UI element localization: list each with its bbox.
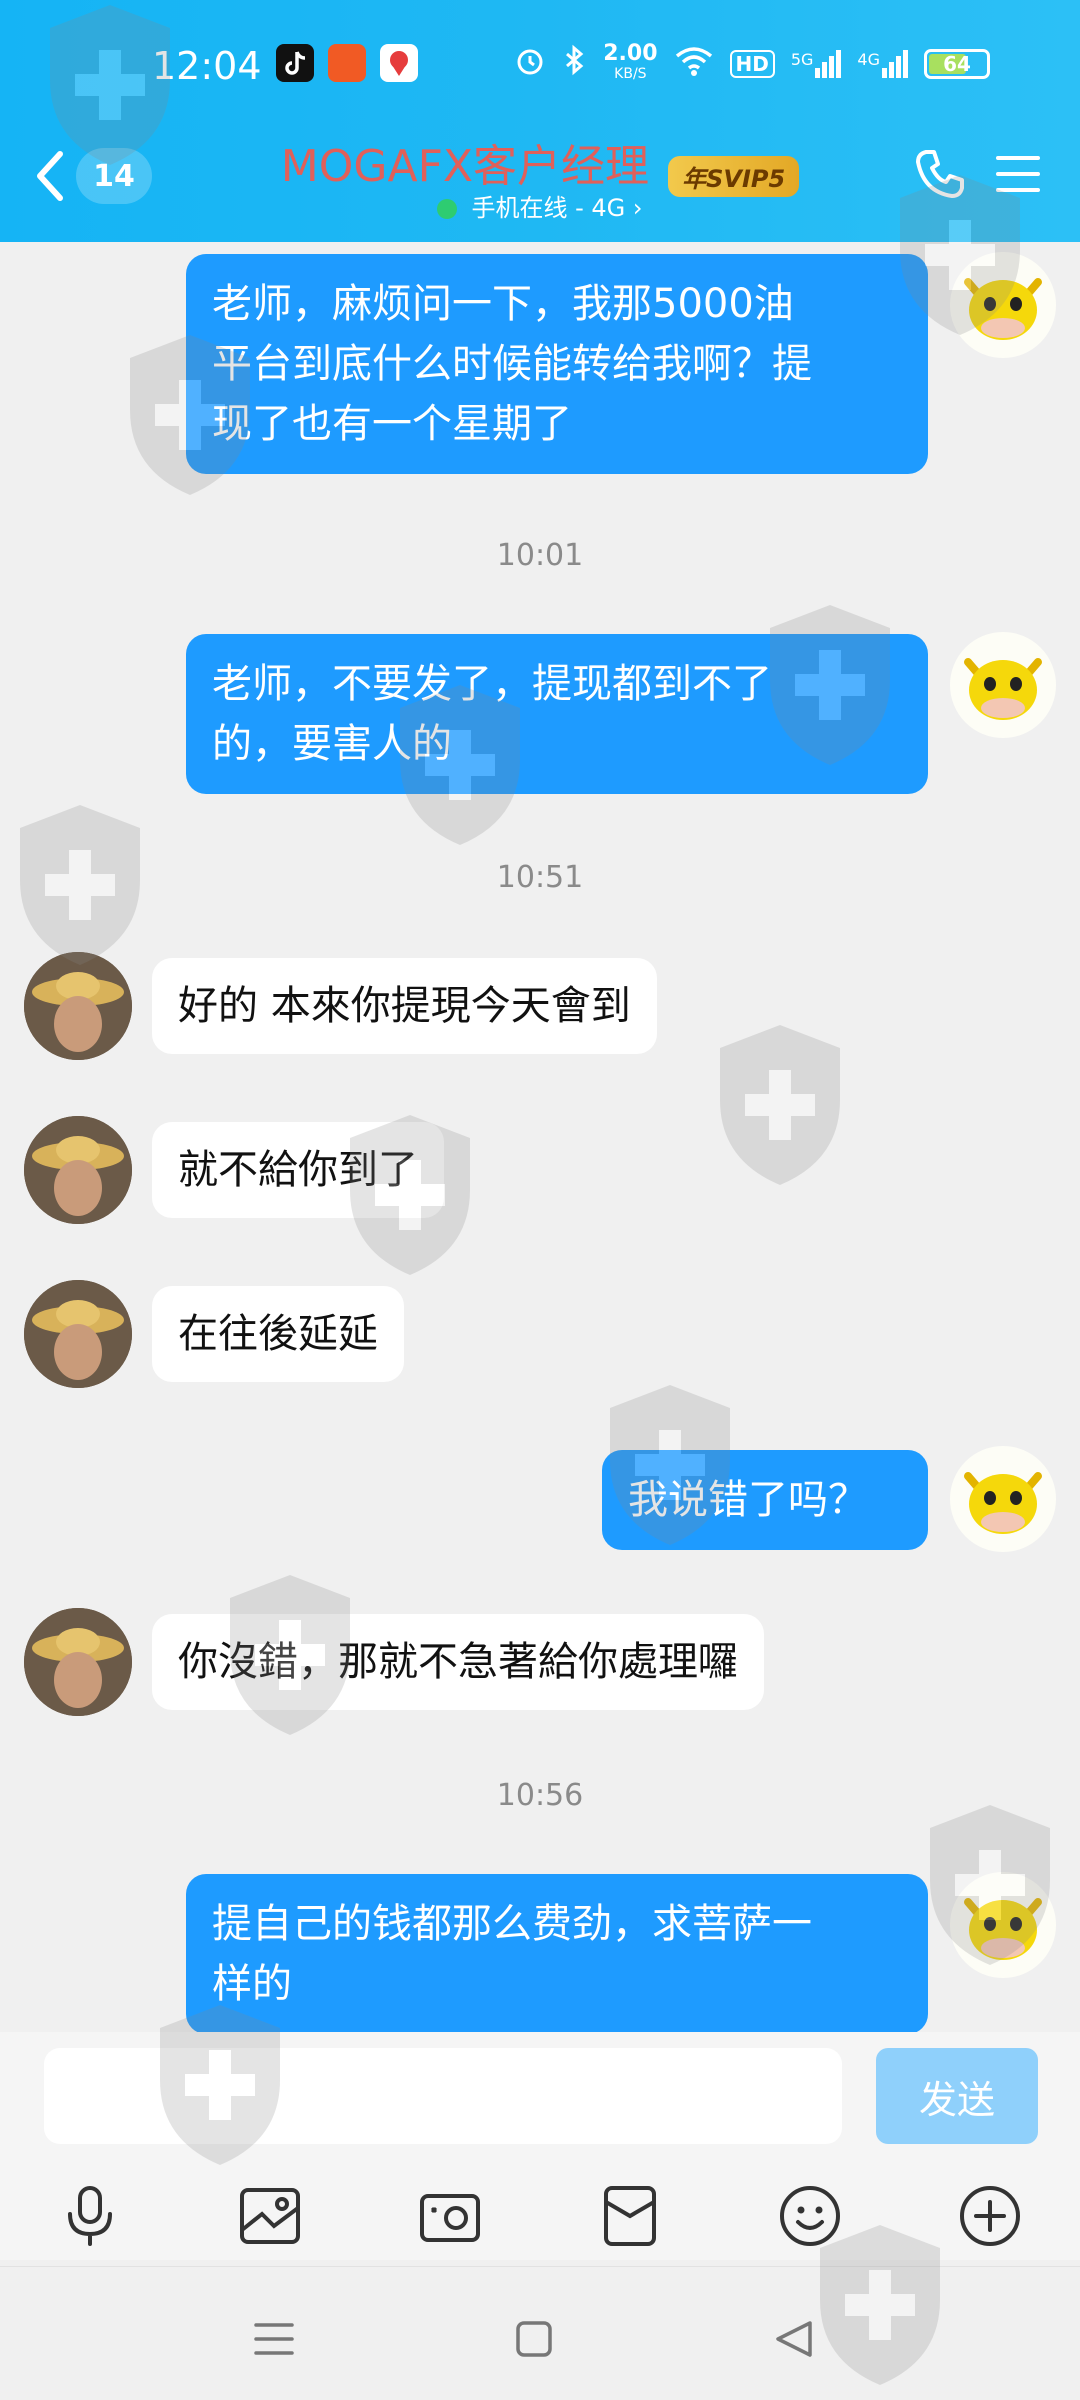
message-line: 现了也有一个星期了 <box>212 401 572 447</box>
my-avatar[interactable] <box>950 1872 1056 1978</box>
timestamp: 10:56 <box>496 1778 584 1813</box>
battery-icon: 64 <box>924 49 990 79</box>
online-status-text: 手机在线 - 4G › <box>471 194 643 222</box>
straw-hat-avatar-icon <box>24 1116 132 1224</box>
contact-avatar[interactable] <box>24 1280 132 1388</box>
microphone-icon <box>68 2186 112 2246</box>
emoji-button[interactable] <box>774 2180 846 2252</box>
my-avatar[interactable] <box>950 632 1056 738</box>
shop-app-icon <box>328 44 366 82</box>
my-avatar[interactable] <box>950 252 1056 358</box>
tiktok-app-icon <box>276 44 314 82</box>
message-line: 就不給你到了 <box>178 1147 418 1193</box>
menu-nav-icon <box>254 2323 294 2355</box>
back-nav-icon <box>776 2321 812 2357</box>
timestamp: 10:01 <box>496 538 584 573</box>
status-bar: 12:04 2.00 KB/S HD 5G 4G 64 <box>0 40 1080 96</box>
message-composer: 发送 <box>0 2032 1080 2260</box>
contact-avatar[interactable] <box>24 1608 132 1716</box>
alarm-icon <box>513 44 547 84</box>
emoji-icon <box>780 2186 840 2246</box>
straw-hat-avatar-icon <box>24 1608 132 1716</box>
chat-message-list[interactable]: 老师，麻烦问一下，我那5000油 平台到底什么时候能转给我啊？提 现了也有一个星… <box>0 242 1080 2032</box>
message-line: 老师，不要发了，提现都到不了 <box>212 661 772 707</box>
cow-avatar-icon <box>964 1898 1042 1960</box>
home-nav-icon <box>516 2321 552 2357</box>
message-line: 我说错了吗？ <box>628 1477 868 1523</box>
message-line: 在往後延延 <box>178 1311 378 1357</box>
composer-toolbar <box>0 2180 1080 2260</box>
online-dot-icon <box>437 199 458 219</box>
timestamp: 10:51 <box>496 860 584 895</box>
back-nav-button[interactable] <box>764 2309 824 2369</box>
recent-apps-button[interactable] <box>244 2309 304 2369</box>
plus-icon <box>960 2186 1020 2246</box>
signal-4g-icon: 4G <box>857 50 908 78</box>
my-message-bubble[interactable]: 我说错了吗？ <box>602 1450 928 1550</box>
chat-header: 12:04 2.00 KB/S HD 5G 4G 64 14 MOGAFX客户经… <box>0 0 1080 242</box>
contact-avatar[interactable] <box>24 1116 132 1224</box>
message-input[interactable] <box>44 2048 842 2144</box>
cow-avatar-icon <box>964 658 1042 720</box>
message-line: 提自己的钱都那么费劲，求菩萨一 <box>212 1901 812 1947</box>
my-message-bubble[interactable]: 老师，不要发了，提现都到不了 的，要害人的 <box>186 634 928 794</box>
camera-button[interactable] <box>414 2180 486 2252</box>
bluetooth-icon <box>563 44 587 84</box>
cow-avatar-icon <box>964 1472 1042 1534</box>
speed-unit: KB/S <box>614 66 647 82</box>
network-speed: 2.00 KB/S <box>603 41 658 84</box>
message-line: 好的 本來你提現今天會到 <box>178 983 631 1029</box>
red-packet-button[interactable] <box>594 2180 666 2252</box>
message-line: 平台到底什么时候能转给我啊？提 <box>212 341 812 387</box>
message-line: 你沒錯，那就不急著給你處理囉 <box>178 1639 738 1685</box>
straw-hat-avatar-icon <box>24 1280 132 1388</box>
wifi-icon <box>674 45 714 83</box>
hamburger-icon <box>996 156 1040 192</box>
phone-call-button[interactable] <box>912 146 968 206</box>
system-navigation-bar <box>0 2266 1080 2400</box>
my-message-bubble[interactable]: 老师，麻烦问一下，我那5000油 平台到底什么时候能转给我啊？提 现了也有一个星… <box>186 254 928 474</box>
contact-message-bubble[interactable]: 你沒錯，那就不急著給你處理囉 <box>152 1614 764 1710</box>
straw-hat-avatar-icon <box>24 952 132 1060</box>
speed-value: 2.00 <box>603 41 658 66</box>
contact-message-bubble[interactable]: 就不給你到了 <box>152 1122 444 1218</box>
map-app-icon <box>380 44 418 82</box>
status-icons: 2.00 KB/S HD 5G 4G 64 <box>513 41 990 84</box>
phone-icon <box>916 150 964 198</box>
more-options-button[interactable] <box>954 2180 1026 2252</box>
network-4g-label: 4G <box>857 50 880 69</box>
message-line: 老师，麻烦问一下，我那5000油 <box>212 281 794 327</box>
send-button[interactable]: 发送 <box>876 2048 1038 2144</box>
signal-5g-icon: 5G <box>791 50 842 78</box>
my-avatar[interactable] <box>950 1446 1056 1552</box>
battery-level: 64 <box>943 52 971 76</box>
camera-icon <box>420 2194 480 2242</box>
contact-message-bubble[interactable]: 好的 本來你提現今天會到 <box>152 958 657 1054</box>
more-menu-button[interactable] <box>994 150 1042 202</box>
contact-avatar[interactable] <box>24 952 132 1060</box>
voice-button[interactable] <box>54 2180 126 2252</box>
message-line: 样的 <box>212 1961 292 2007</box>
status-time: 12:04 <box>152 44 262 88</box>
hd-badge: HD <box>729 50 775 78</box>
my-message-bubble[interactable]: 提自己的钱都那么费劲，求菩萨一 样的 <box>186 1874 928 2032</box>
cow-avatar-icon <box>964 278 1042 340</box>
network-5g-label: 5G <box>790 50 814 69</box>
image-icon <box>240 2188 300 2244</box>
home-button[interactable] <box>504 2309 564 2369</box>
message-line: 的，要害人的 <box>212 721 452 767</box>
chat-title: MOGAFX客户经理 <box>280 141 650 192</box>
image-button[interactable] <box>234 2180 306 2252</box>
contact-message-bubble[interactable]: 在往後延延 <box>152 1286 404 1382</box>
red-packet-icon <box>604 2186 656 2246</box>
